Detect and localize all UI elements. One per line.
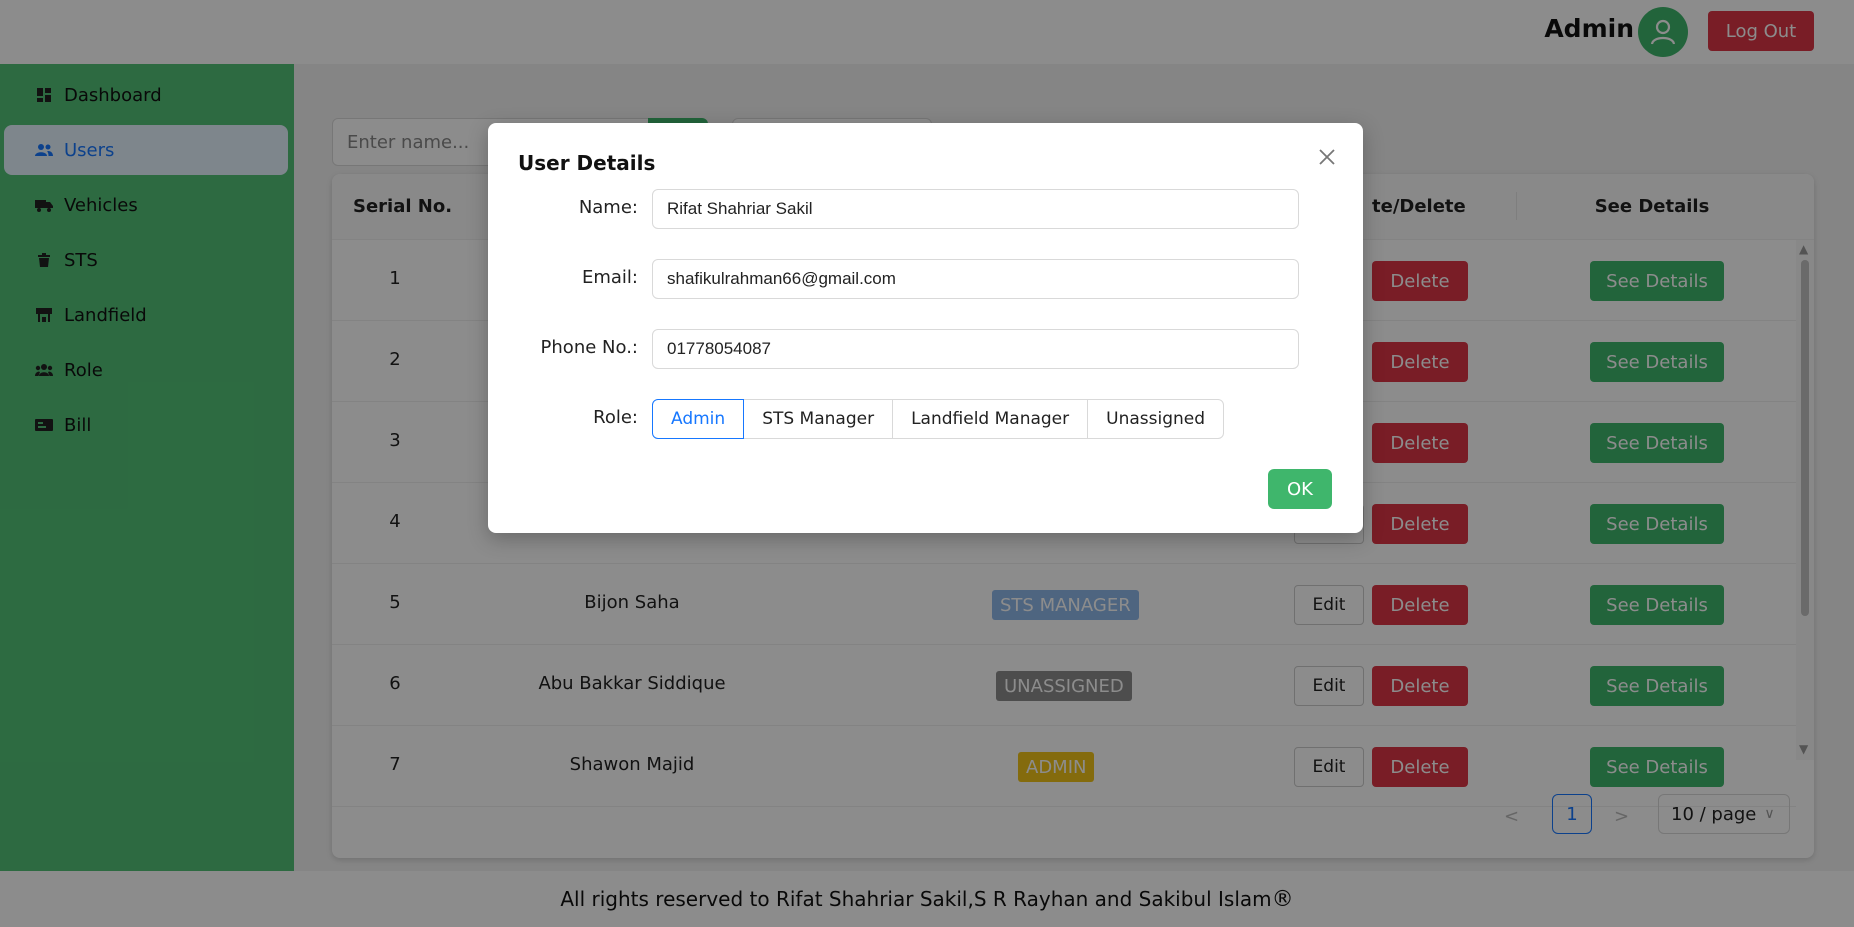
role-option-landfield-manager[interactable]: Landfield Manager (892, 399, 1089, 439)
modal-title: User Details (518, 151, 656, 175)
role-option-unassigned[interactable]: Unassigned (1087, 399, 1225, 439)
phone-label: Phone No.: (540, 337, 638, 358)
ok-button[interactable]: OK (1268, 469, 1332, 509)
role-label: Role: (593, 407, 638, 428)
name-label: Name: (578, 197, 638, 218)
email-label: Email: (581, 267, 638, 288)
role-option-sts-manager[interactable]: STS Manager (743, 399, 894, 439)
phone-field[interactable]: 01778054087 (652, 329, 1299, 369)
role-option-admin[interactable]: Admin (652, 399, 745, 439)
email-field[interactable]: shafikulrahman66@gmail.com (652, 259, 1299, 299)
name-field[interactable]: Rifat Shahriar Sakil (652, 189, 1299, 229)
role-radio-group: Admin STS Manager Landfield Manager Unas… (652, 399, 1225, 439)
user-details-modal: User Details Name: Rifat Shahriar Sakil … (488, 123, 1363, 533)
close-icon[interactable] (1315, 145, 1339, 169)
